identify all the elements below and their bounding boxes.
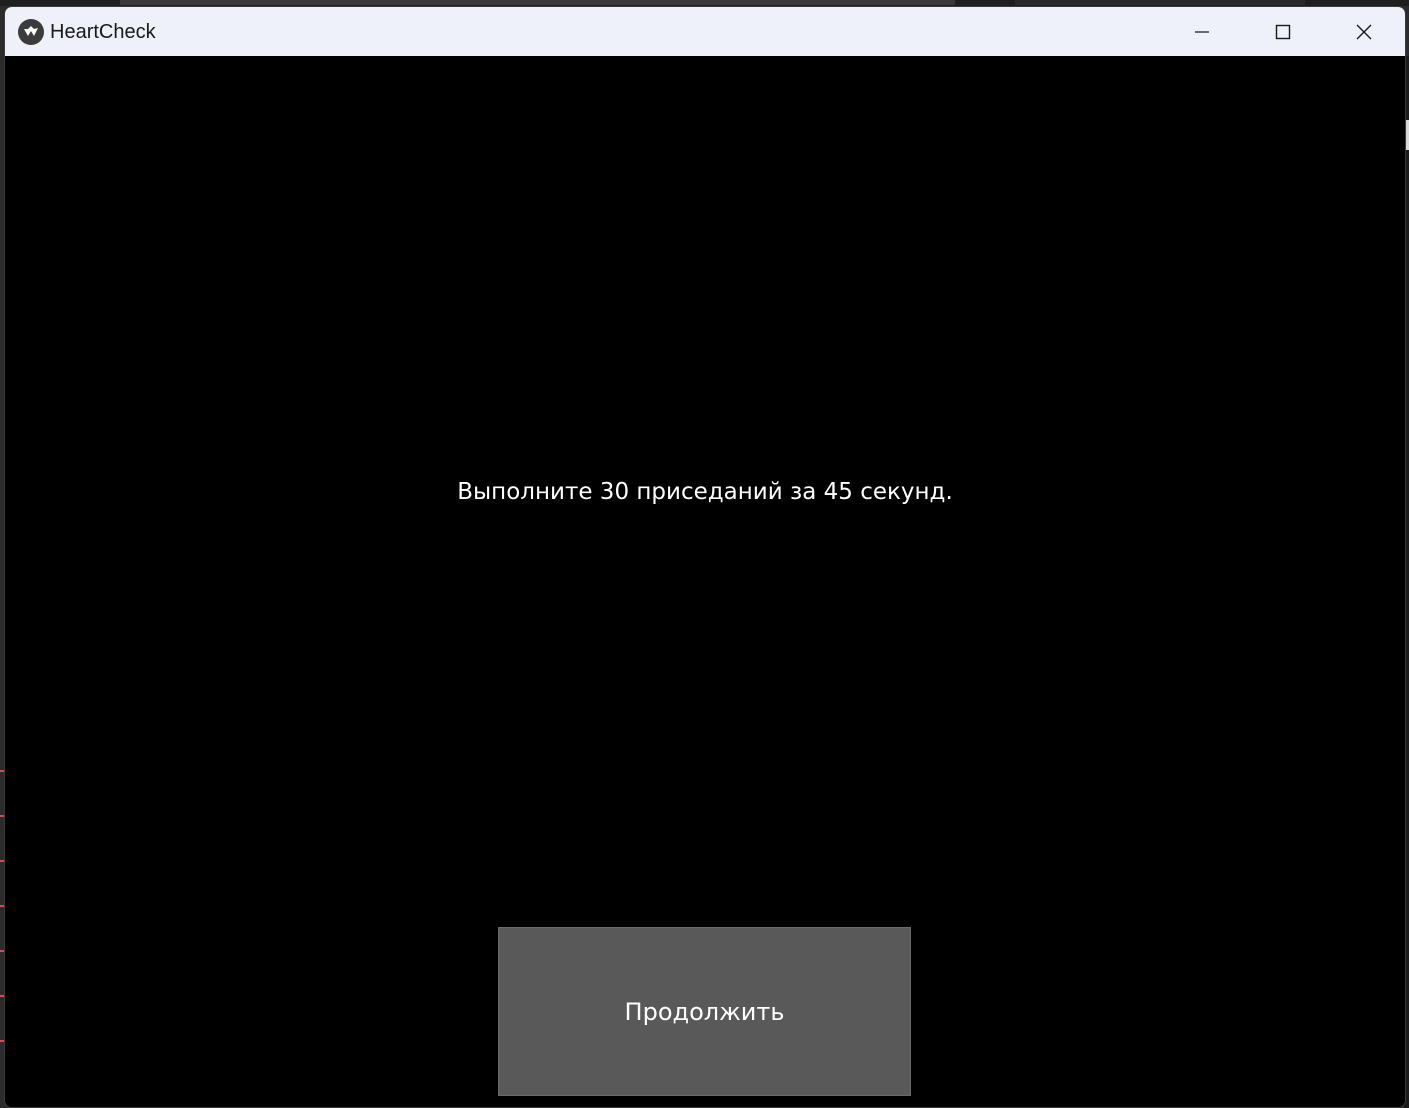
- minimize-button[interactable]: [1162, 7, 1242, 56]
- continue-button[interactable]: Продолжить: [498, 927, 911, 1096]
- window-title: HeartCheck: [50, 21, 156, 43]
- app-logo-icon: [18, 19, 44, 45]
- maximize-icon: [1275, 24, 1291, 39]
- close-icon: [1356, 24, 1372, 39]
- main-content: Выполните 30 приседаний за 45 секунд. Пр…: [5, 56, 1405, 1107]
- minimize-icon: [1195, 30, 1209, 33]
- app-window: HeartCheck Выполните 30 приседаний за 45…: [4, 6, 1406, 1108]
- close-button[interactable]: [1324, 7, 1404, 56]
- title-bar[interactable]: HeartCheck: [5, 7, 1405, 56]
- instruction-text: Выполните 30 приседаний за 45 секунд.: [457, 479, 953, 505]
- maximize-button[interactable]: [1243, 7, 1323, 56]
